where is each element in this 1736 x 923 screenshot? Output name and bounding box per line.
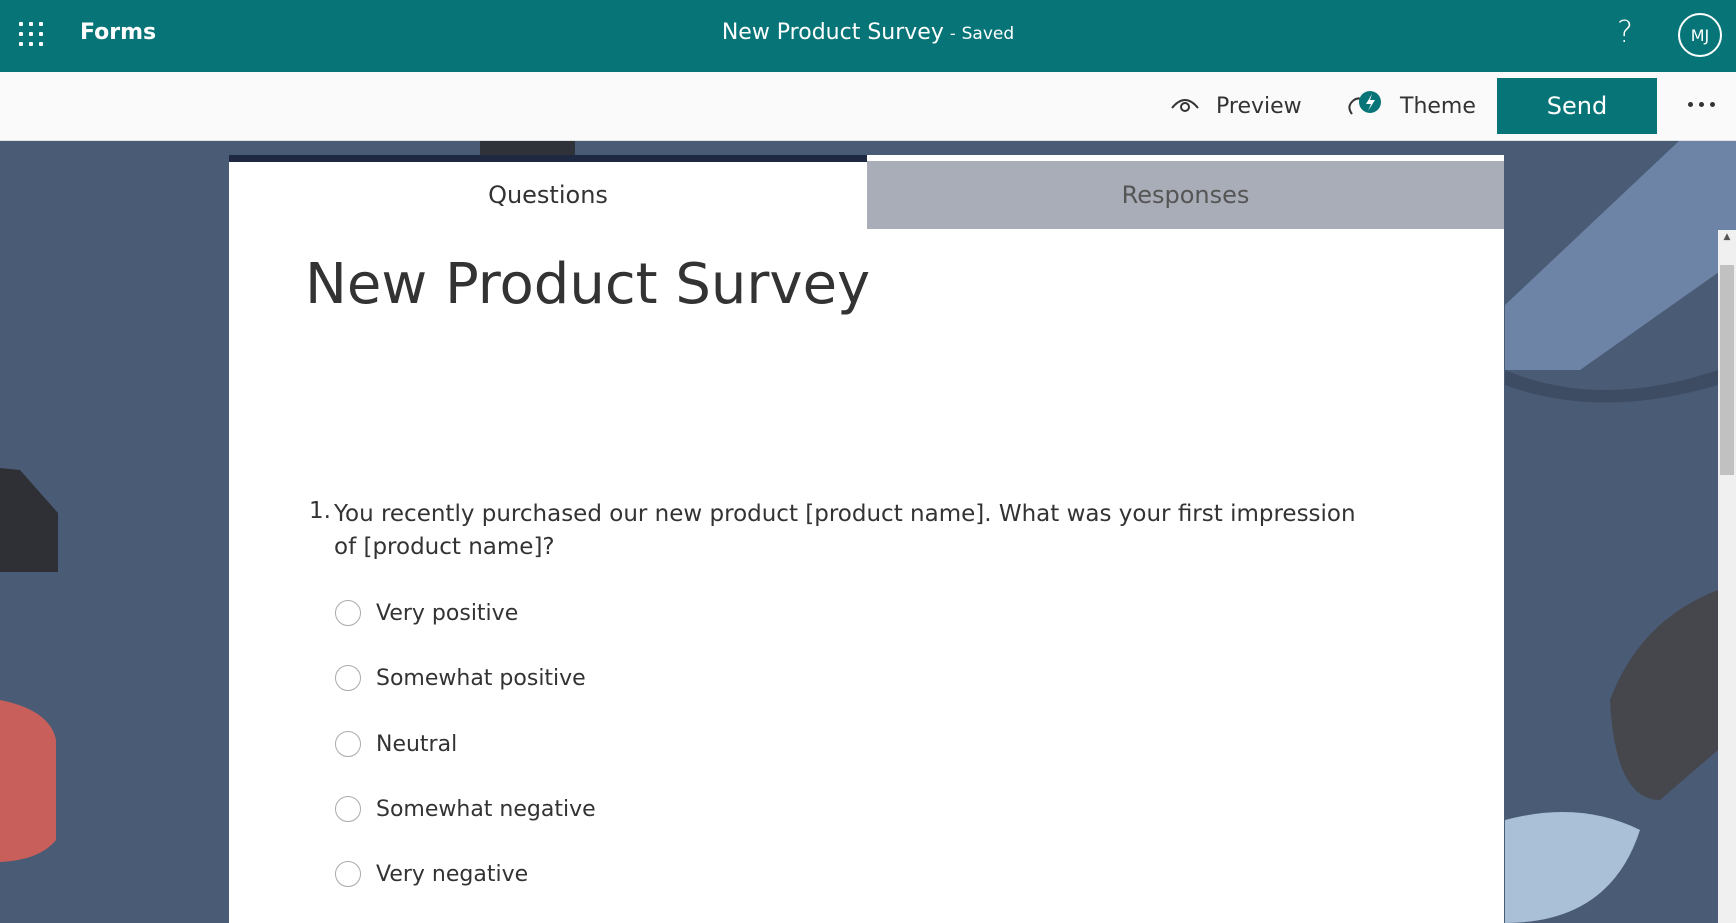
option-label: Somewhat positive <box>376 665 586 691</box>
tab-questions[interactable]: Questions <box>229 155 867 228</box>
command-bar: Preview Theme Send <box>0 72 1736 141</box>
theme-icon <box>1348 91 1381 115</box>
option-neutral[interactable]: Neutral <box>335 728 457 760</box>
avatar[interactable]: MJ <box>1678 13 1722 57</box>
document-title[interactable]: New Product Survey <box>722 20 944 45</box>
scroll-up-icon[interactable]: ▲ <box>1720 232 1734 246</box>
option-label: Neutral <box>376 731 458 757</box>
radio-button[interactable] <box>335 861 361 887</box>
option-very-positive[interactable]: Very positive <box>335 597 518 629</box>
form-title[interactable]: New Product Survey <box>305 252 870 317</box>
form-card: Questions Responses New Product Survey 1… <box>229 155 1504 923</box>
question-number: 1. <box>309 498 331 524</box>
radio-button[interactable] <box>335 600 361 626</box>
title-separator: - <box>949 24 956 43</box>
question-text[interactable]: You recently purchased our new product [… <box>334 498 1374 564</box>
eye-icon <box>1171 99 1199 112</box>
help-icon[interactable]: ? <box>1617 15 1633 50</box>
tab-responses[interactable]: Responses <box>867 161 1504 229</box>
option-somewhat-positive[interactable]: Somewhat positive <box>335 662 586 694</box>
radio-button[interactable] <box>335 665 361 691</box>
preview-button[interactable]: Preview <box>1170 72 1302 140</box>
more-options-icon[interactable] <box>1688 92 1716 116</box>
theme-button[interactable]: Theme <box>1346 72 1476 140</box>
scrollbar-thumb[interactable] <box>1720 265 1734 475</box>
theme-label: Theme <box>1400 93 1476 119</box>
app-header: Forms New Product Survey - Saved ? MJ <box>0 0 1736 72</box>
option-label: Somewhat negative <box>376 796 596 822</box>
option-label: Very negative <box>376 861 529 887</box>
option-label: Very positive <box>376 600 519 626</box>
document-title-bar: New Product Survey - Saved <box>0 20 1736 45</box>
option-very-negative[interactable]: Very negative <box>335 858 528 890</box>
preview-label: Preview <box>1216 93 1302 119</box>
option-somewhat-negative[interactable]: Somewhat negative <box>335 793 596 825</box>
radio-button[interactable] <box>335 731 361 757</box>
save-status: Saved <box>961 24 1015 44</box>
radio-button[interactable] <box>335 796 361 822</box>
send-button[interactable]: Send <box>1497 78 1657 134</box>
